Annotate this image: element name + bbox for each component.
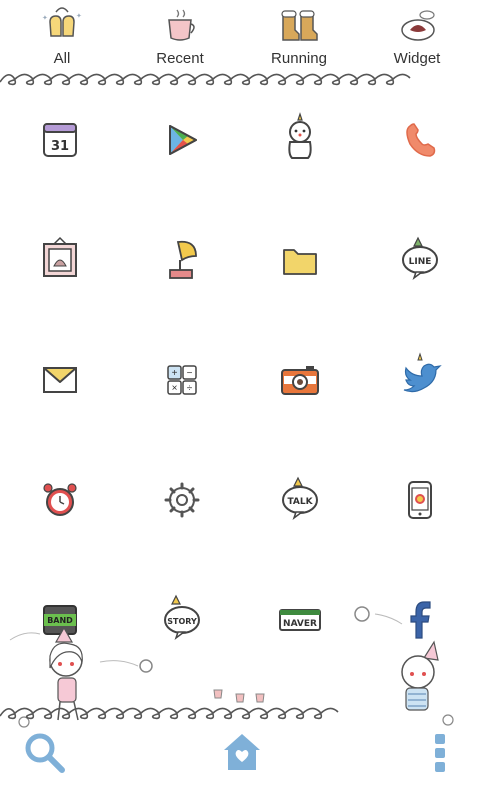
naver-sign-icon: NAVER xyxy=(279,609,321,631)
menu-dots-icon[interactable] xyxy=(430,730,450,776)
gear-icon xyxy=(164,482,200,518)
boots-icon xyxy=(281,10,318,41)
app-settings[interactable] xyxy=(142,460,222,540)
story-bubble-icon: STORY xyxy=(164,594,200,641)
coffee-cup-icon xyxy=(168,9,195,41)
alarm-clock-icon xyxy=(43,483,77,516)
app-grid: 31 LINE + − × ÷ TALK BAND STORY NAVER xyxy=(0,100,480,641)
app-line[interactable]: LINE xyxy=(380,220,460,300)
mochi-icon xyxy=(401,10,435,41)
folder-icon xyxy=(283,249,317,275)
tab-recent-label: Recent xyxy=(156,50,204,67)
smartphone-icon xyxy=(408,481,432,519)
phone-icon xyxy=(406,123,436,157)
teru-doll-icon xyxy=(288,112,312,159)
app-calendar[interactable]: 31 xyxy=(20,100,100,180)
tab-running[interactable]: Running xyxy=(249,0,349,75)
loop-divider xyxy=(0,73,411,86)
app-twitter[interactable] xyxy=(380,340,460,420)
naver-label: NAVER xyxy=(283,619,317,629)
envelope-icon xyxy=(43,367,77,393)
bottom-bar xyxy=(0,690,480,800)
app-facebook[interactable] xyxy=(380,580,460,660)
calculator-icon: + − × ÷ xyxy=(167,365,197,395)
tab-running-label: Running xyxy=(271,50,327,67)
mittens-icon: ✦ ✦ xyxy=(42,7,82,37)
app-music[interactable] xyxy=(142,220,222,300)
app-play-store[interactable] xyxy=(142,100,222,180)
app-teru-doll[interactable] xyxy=(260,100,340,180)
svg-text:✦: ✦ xyxy=(42,14,48,22)
gramophone-icon xyxy=(169,240,197,279)
search-icon[interactable] xyxy=(22,730,68,776)
talk-bubble-icon: TALK xyxy=(282,476,318,521)
svg-text:+: + xyxy=(172,368,178,379)
band-book-icon: BAND xyxy=(43,605,77,635)
app-phone-gallery[interactable] xyxy=(380,460,460,540)
calendar-icon: 31 xyxy=(43,123,77,157)
app-mail[interactable] xyxy=(20,340,100,420)
calendar-date: 31 xyxy=(51,139,69,154)
talk-label: TALK xyxy=(287,497,313,507)
app-kakaotalk[interactable]: TALK xyxy=(260,460,340,540)
app-naver[interactable]: NAVER xyxy=(260,580,340,660)
twitter-bird-icon xyxy=(403,352,442,393)
tab-recent[interactable]: Recent xyxy=(130,0,230,75)
home-heart-icon[interactable] xyxy=(220,730,264,774)
app-alarm[interactable] xyxy=(20,460,100,540)
app-band[interactable]: BAND xyxy=(20,580,100,660)
svg-text:×: × xyxy=(172,383,178,394)
app-kakaostory[interactable]: STORY xyxy=(142,580,222,660)
line-bubble-icon: LINE xyxy=(402,236,438,281)
app-files[interactable] xyxy=(260,220,340,300)
line-label: LINE xyxy=(409,257,432,267)
app-calculator[interactable]: + − × ÷ xyxy=(142,340,222,420)
picture-frame-icon xyxy=(43,236,77,277)
play-store-icon xyxy=(169,125,197,155)
facebook-f-icon xyxy=(410,601,431,639)
tab-widget[interactable]: Widget xyxy=(367,0,467,75)
story-label: STORY xyxy=(167,617,197,626)
app-camera[interactable] xyxy=(260,340,340,420)
camera-icon xyxy=(281,366,319,395)
tab-all[interactable]: ✦ ✦ All xyxy=(12,0,112,75)
band-label: BAND xyxy=(47,616,73,625)
tab-widget-label: Widget xyxy=(393,50,441,67)
svg-text:✦: ✦ xyxy=(76,12,82,20)
svg-text:−: − xyxy=(187,368,193,379)
app-gallery[interactable] xyxy=(20,220,100,300)
app-phone[interactable] xyxy=(380,100,460,180)
tab-all-label: All xyxy=(53,50,71,67)
svg-text:÷: ÷ xyxy=(187,383,193,394)
